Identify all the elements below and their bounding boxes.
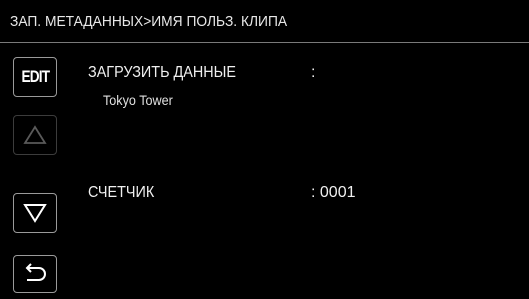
page-title: ЗАП. МЕТАДАННЫХ>ИМЯ ПОЛЬЗ. КЛИПА xyxy=(10,13,288,30)
clip-name-value: Tokyo Tower xyxy=(103,92,173,108)
edit-button[interactable]: EDIT xyxy=(13,57,57,97)
return-arrow-icon xyxy=(25,263,46,281)
counter-value: : 0001 xyxy=(311,184,356,201)
triangle-down-icon xyxy=(23,204,47,223)
scroll-up-button[interactable] xyxy=(13,115,57,155)
back-button[interactable] xyxy=(13,255,57,293)
load-data-label: ЗАГРУЗИТЬ ДАННЫЕ xyxy=(88,64,237,81)
scroll-down-button[interactable] xyxy=(13,193,57,233)
load-data-value: : xyxy=(311,64,316,81)
triangle-up-icon xyxy=(23,125,47,144)
counter-label: СЧЕТЧИК xyxy=(88,184,155,201)
edit-button-label: EDIT xyxy=(21,67,50,86)
title-bar: ЗАП. МЕТАДАННЫХ>ИМЯ ПОЛЬЗ. КЛИПА xyxy=(0,0,529,43)
